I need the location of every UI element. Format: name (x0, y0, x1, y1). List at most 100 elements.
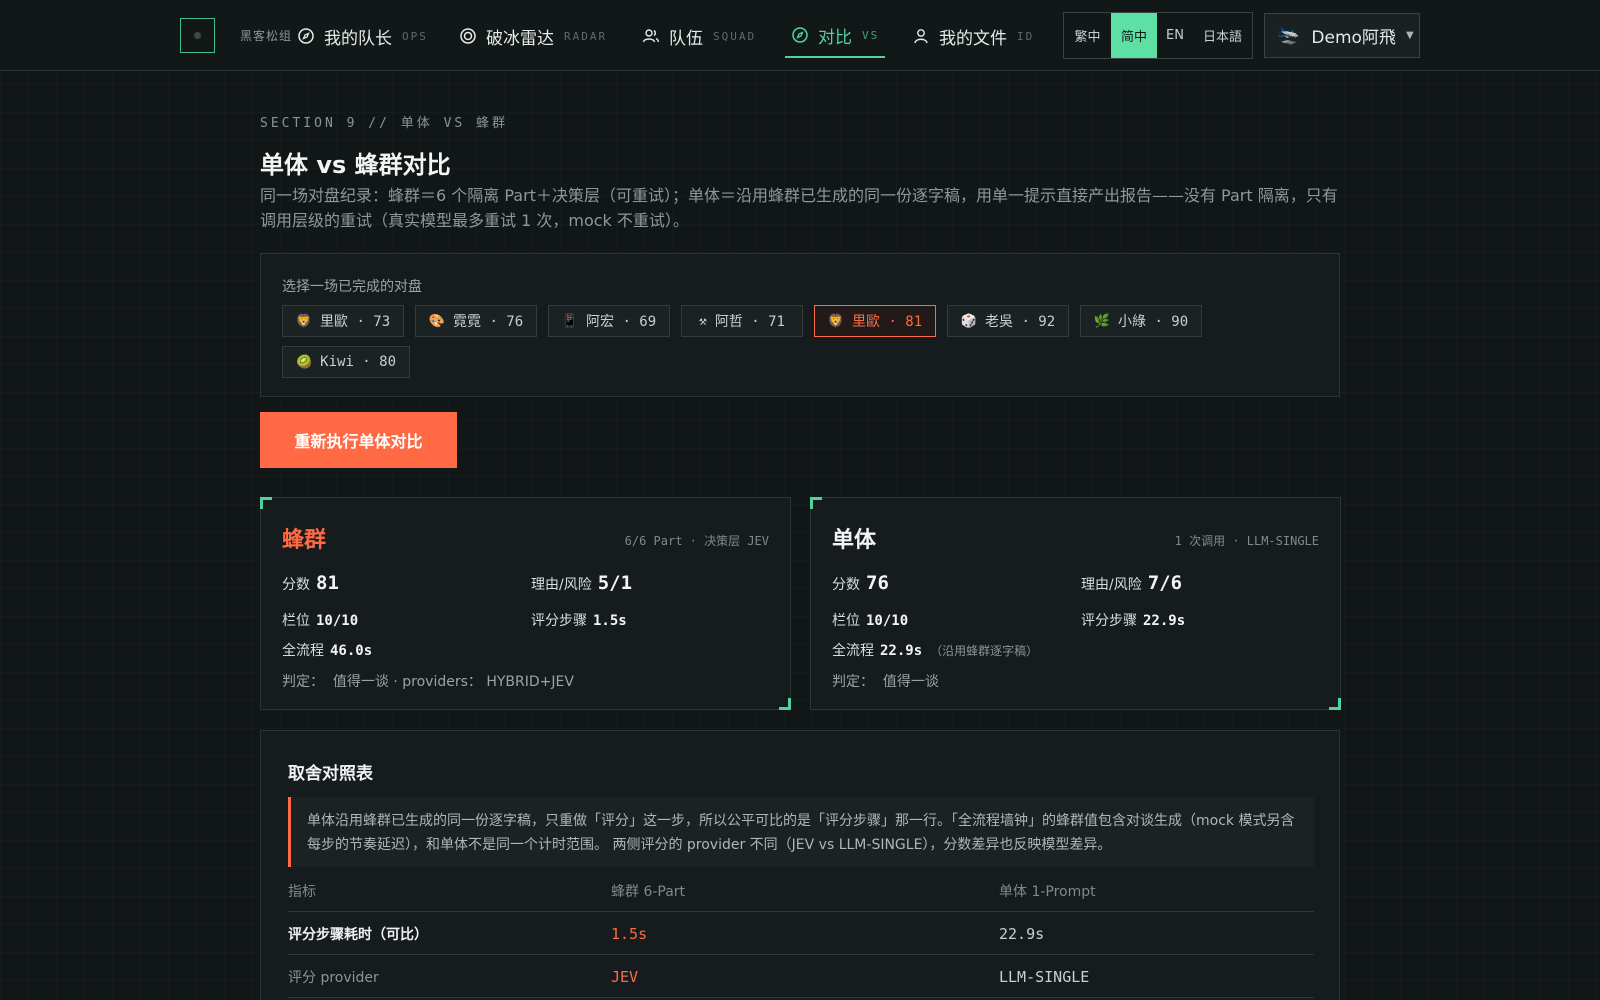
reason-risk-value: 7/6 (1147, 572, 1183, 594)
chevron-down-icon: ▼ (1405, 30, 1414, 41)
match-selector-panel: 选择一场已完成的对盘 🦁 里歐 · 73 🎨 霓霓 · 76 📱 阿宏 · 69 ⚒ 阿… (260, 253, 1340, 397)
herb-icon: 🌿 (1093, 313, 1111, 329)
single-value-cell: 22.9s (999, 924, 1045, 943)
nav-label: 队伍 (669, 28, 703, 49)
nav-sub-label: RADAR (564, 29, 608, 43)
brand-name: 黑客松组 (240, 29, 293, 43)
column-header-swarm: 蜂群 6-Part (611, 883, 686, 900)
reason-risk-stat: 理由/风险 7/6 (1081, 572, 1183, 594)
verdict-value: 值得一谈 · providers： HYBRID+JEV (332, 674, 574, 690)
slots-value: 10/10 (866, 613, 909, 629)
user-menu-button[interactable]: 🛬 Demo阿飛 ▼ (1264, 13, 1420, 58)
table-header: 指标 蜂群 6-Part 单体 1-Prompt (288, 869, 1314, 912)
card-title: 蜂群 (282, 528, 327, 553)
corner-accent (1329, 698, 1341, 710)
card-meta: 1 次调用 · LLM-SINGLE (1174, 534, 1319, 548)
swarm-value-cell: 1.5s (611, 924, 648, 943)
palette-icon: 🎨 (428, 313, 446, 329)
table-row: 评分步骤耗时（可比） 1.5s 22.9s (288, 912, 1314, 955)
page-description: 同一场对盘纪录：蜂群＝6 个隔离 Part＋决策层（可重试）；单体＝沿用蜂群已生… (260, 186, 1338, 230)
column-header-single: 单体 1-Prompt (999, 883, 1096, 900)
column-header-metric: 指标 (288, 883, 316, 900)
single-value-cell: LLM-SINGLE (999, 967, 1090, 986)
card-meta: 6/6 Part · 决策层 JEV (624, 534, 769, 548)
verdict: 判定： 值得一谈 (832, 674, 939, 690)
swarm-result-card: 蜂群 6/6 Part · 决策层 JEV 分数 81 理由/风险 5/1 栏位 10… (260, 497, 791, 710)
lang-button-ja[interactable]: 日本語 (1193, 13, 1252, 58)
single-result-card: 单体 1 次调用 · LLM-SINGLE 分数 76 理由/风险 7/6 栏位 10… (810, 497, 1341, 710)
chip-label: 里歐 · 73 (320, 314, 391, 330)
users-icon (642, 27, 660, 45)
radar-icon (459, 27, 477, 45)
nav-item-vs[interactable]: 对比 VS (785, 14, 886, 58)
match-chip[interactable]: 📱 阿宏 · 69 (548, 305, 670, 337)
corner-accent (810, 497, 822, 509)
hammer-icon: ⚒ (699, 313, 707, 329)
verdict: 判定： 值得一谈 · providers： HYBRID+JEV (282, 674, 574, 690)
step-time-value: 1.5s (593, 613, 627, 629)
nav-sub-label: OPS (402, 29, 428, 43)
lang-button-zh-hant[interactable]: 繁中 (1064, 13, 1111, 58)
total-time-stat: 全流程 22.9s （沿用蜂群逐字稿） (832, 643, 1039, 659)
slots-stat: 栏位 10/10 (832, 613, 909, 629)
corner-accent (779, 698, 791, 710)
user-name: Demo阿飛 (1311, 28, 1396, 48)
nav-item-id[interactable]: 我的文件 ID (912, 14, 1034, 58)
nav-item-squad[interactable]: 队伍 SQUAD (642, 14, 756, 58)
page-title: 单体 vs 蜂群对比 (260, 151, 451, 179)
comparison-table-card: 取舍对照表 单体沿用蜂群已生成的同一份逐字稿，只重做「评分」这一步，所以公平可比… (260, 730, 1340, 1000)
avatar: 🛬 (1277, 25, 1300, 46)
total-time-value: 22.9s (880, 643, 923, 659)
score-stat: 分数 76 (832, 572, 889, 594)
match-chip[interactable]: 🌿 小綠 · 90 (1080, 305, 1202, 337)
chip-label: 里歐 · 81 (852, 314, 923, 330)
user-icon (912, 27, 930, 45)
total-time-stat: 全流程 46.0s (282, 643, 373, 659)
nav-label: 对比 (818, 27, 852, 48)
slots-value: 10/10 (316, 613, 359, 629)
step-time-value: 22.9s (1143, 613, 1186, 629)
score-stat: 分数 81 (282, 572, 339, 594)
match-chip-selected[interactable]: 🦁 里歐 · 81 (814, 305, 936, 337)
selector-label: 选择一场已完成的对盘 (282, 279, 422, 295)
top-navigation: 黑客松组 我的队长 OPS 破冰雷达 RADAR 队伍 SQUAD 对比 VS … (0, 0, 1600, 71)
chip-label: Kiwi · 80 (320, 354, 397, 370)
swarm-value-cell: JEV (611, 967, 639, 986)
lang-button-zh-hans[interactable]: 简中 (1111, 13, 1157, 58)
app-logo[interactable] (180, 18, 215, 53)
chip-label: 阿宏 · 69 (586, 314, 657, 330)
lion-icon: 🦁 (295, 313, 313, 329)
metric-cell: 评分步骤耗时（可比） (288, 926, 428, 943)
nav-sub-label: SQUAD (713, 29, 757, 43)
rerun-comparison-button[interactable]: 重新执行单体对比 (260, 412, 457, 468)
nav-item-ops[interactable]: 我的队长 OPS (297, 14, 428, 58)
match-chip[interactable]: 🦁 里歐 · 73 (282, 305, 404, 337)
lang-button-en[interactable]: EN (1157, 13, 1193, 58)
match-chip[interactable]: 🎨 霓霓 · 76 (415, 305, 537, 337)
score-value: 81 (316, 572, 339, 594)
comparison-note: 单体沿用蜂群已生成的同一份逐字稿，只重做「评分」这一步，所以公平可比的是「评分步… (288, 797, 1314, 867)
step-time-stat: 评分步骤 1.5s (531, 613, 627, 629)
dice-icon: 🎲 (960, 313, 978, 329)
language-switcher: 繁中 简中 EN 日本語 (1063, 12, 1253, 59)
match-chip[interactable]: ⚒ 阿哲 · 71 (681, 305, 803, 337)
reason-risk-value: 5/1 (597, 572, 633, 594)
logo-dot (194, 32, 201, 39)
match-chip[interactable]: 🎲 老吳 · 92 (947, 305, 1069, 337)
comparison-title: 取舍对照表 (288, 764, 373, 784)
nav-item-radar[interactable]: 破冰雷达 RADAR (459, 14, 607, 58)
verdict-value: 值得一谈 (882, 674, 939, 690)
chip-label: 小綠 · 90 (1118, 314, 1189, 330)
total-time-value: 46.0s (330, 643, 373, 659)
chip-label: 老吳 · 92 (985, 314, 1056, 330)
compass-icon (791, 26, 809, 44)
match-chip[interactable]: 🥝 Kiwi · 80 (282, 346, 410, 378)
chip-label: 霓霓 · 76 (453, 314, 524, 330)
nav-sub-label: VS (862, 28, 880, 42)
chip-label: 阿哲 · 71 (714, 314, 785, 330)
kiwi-icon: 🥝 (295, 354, 313, 370)
metric-cell: 评分 provider (288, 969, 379, 986)
nav-label: 我的队长 (324, 28, 392, 49)
lion-icon: 🦁 (827, 313, 845, 329)
card-title: 单体 (832, 528, 877, 553)
